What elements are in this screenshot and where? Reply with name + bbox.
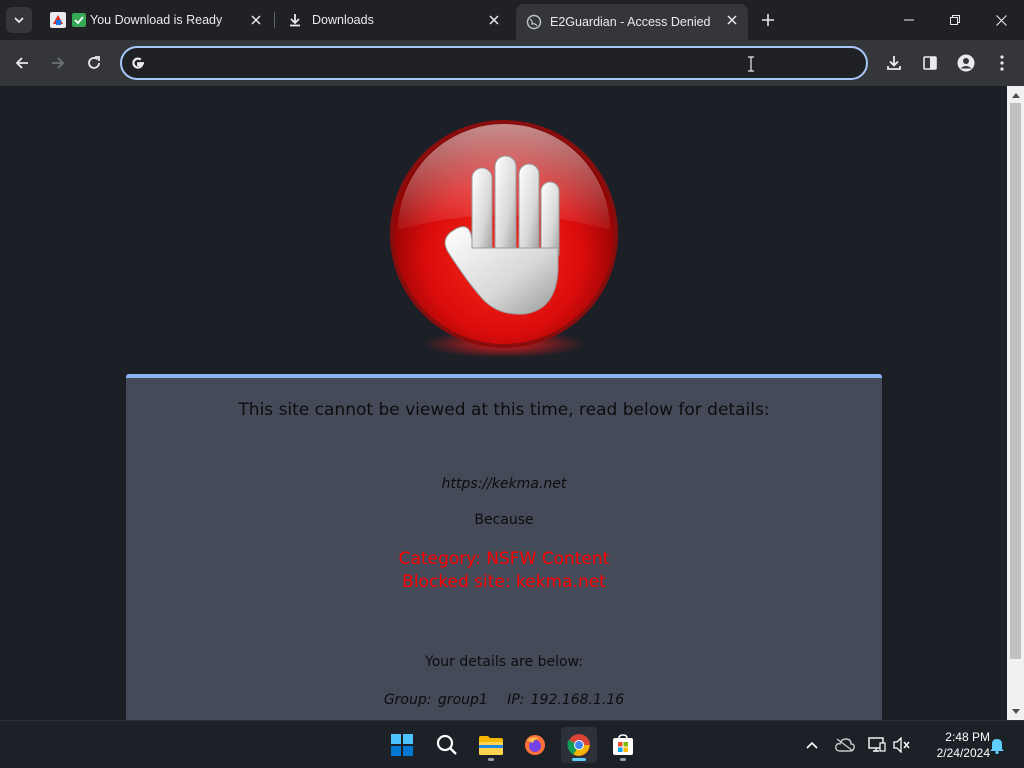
page-title: This site cannot be viewed at this time,… — [238, 400, 770, 420]
chevron-up-icon — [806, 741, 818, 749]
triangle-down-icon — [1011, 708, 1020, 714]
profile-icon — [957, 54, 975, 72]
network-icon — [868, 737, 886, 752]
chrome-button[interactable] — [561, 727, 597, 763]
volume-muted-icon — [893, 737, 910, 753]
menu-button[interactable] — [988, 49, 1016, 77]
google-g-icon — [132, 57, 144, 69]
tab-access-denied[interactable]: E2Guardian - Access Denied — [516, 4, 748, 40]
firefox-button[interactable] — [517, 727, 553, 763]
block-details-panel: This site cannot be viewed at this time,… — [126, 374, 882, 720]
page-viewport: This site cannot be viewed at this time,… — [0, 86, 1007, 720]
scroll-thumb[interactable] — [1010, 103, 1021, 659]
download-icon — [887, 56, 901, 70]
side-panel-button[interactable] — [916, 49, 944, 77]
globe-icon — [526, 14, 542, 30]
close-window-button[interactable] — [978, 0, 1024, 40]
restore-button[interactable] — [932, 0, 978, 40]
scroll-up-arrow[interactable] — [1007, 86, 1024, 103]
arrow-right-icon — [52, 57, 65, 69]
text-cursor-icon — [748, 56, 754, 72]
running-indicator — [620, 758, 626, 761]
back-button[interactable] — [8, 49, 36, 77]
side-panel-icon — [923, 56, 937, 70]
windows-taskbar: 2:48 PM 2/24/2024 — [0, 720, 1024, 768]
file-explorer-button[interactable] — [473, 727, 509, 763]
start-button[interactable] — [384, 727, 420, 763]
tab-separator — [274, 12, 275, 28]
new-tab-button[interactable] — [757, 9, 779, 31]
reason-site: Blocked site: kekma.net — [402, 572, 606, 592]
restore-icon — [950, 15, 960, 25]
tab-title: Downloads — [312, 13, 374, 27]
tab-title: E2Guardian - Access Denied — [550, 15, 711, 29]
tab-title: You Download is Ready — [90, 13, 223, 27]
scroll-down-arrow[interactable] — [1007, 703, 1024, 720]
show-hidden-icons-button[interactable] — [800, 733, 824, 757]
network-tray-button[interactable] — [865, 733, 889, 757]
folder-icon — [479, 736, 503, 755]
reason-category: Category: NSFW Content — [398, 549, 610, 569]
store-icon — [613, 734, 633, 755]
windows-logo-icon — [391, 734, 413, 756]
search-icon — [436, 734, 457, 755]
checkmark-icon — [72, 13, 86, 27]
more-vertical-icon — [1000, 55, 1004, 71]
plus-icon — [762, 14, 774, 26]
notifications-button[interactable] — [985, 733, 1009, 757]
block-reason: Category: NSFW Content Blocked site: kek… — [126, 548, 882, 594]
tab-downloads[interactable]: Downloads — [278, 4, 510, 36]
close-tab-icon[interactable] — [724, 12, 740, 28]
chrome-icon — [567, 734, 590, 756]
stop-hand-icon — [390, 120, 618, 358]
arrow-left-icon — [15, 57, 28, 69]
address-bar[interactable] — [120, 46, 868, 80]
firefox-icon — [525, 735, 545, 755]
clock-time: 2:48 PM — [945, 730, 990, 744]
download-icon — [290, 14, 300, 27]
onedrive-tray-button[interactable] — [833, 733, 857, 757]
reload-icon — [88, 56, 100, 69]
vertical-scrollbar[interactable] — [1007, 86, 1024, 720]
details-heading: Your details are below: — [425, 654, 583, 670]
profile-button[interactable] — [952, 49, 980, 77]
system-clock[interactable]: 2:48 PM 2/24/2024 — [918, 729, 990, 761]
site-favicon-icon — [50, 12, 66, 28]
running-indicator — [488, 758, 494, 761]
chevron-down-icon — [14, 17, 24, 24]
close-tab-icon[interactable] — [486, 12, 502, 28]
clock-date: 2/24/2024 — [936, 746, 990, 760]
blocked-url: https://kekma.net — [441, 476, 567, 492]
tab-search-button[interactable] — [6, 7, 32, 33]
microsoft-store-button[interactable] — [605, 727, 641, 763]
tab-download-ready[interactable]: You Download is Ready — [40, 4, 272, 36]
browser-toolbar — [0, 40, 1024, 86]
bell-icon — [990, 739, 1004, 754]
minimize-button[interactable] — [886, 0, 932, 40]
search-button[interactable] — [429, 727, 465, 763]
active-indicator — [572, 758, 586, 761]
volume-tray-button[interactable] — [890, 733, 914, 757]
reload-button[interactable] — [80, 49, 108, 77]
tab-strip: You Download is Ready Downloads E2Guardi… — [0, 0, 1024, 40]
user-details: Group: group1 IP: 192.168.1.16 — [383, 692, 625, 708]
close-icon — [995, 14, 1007, 26]
minimize-icon — [904, 19, 914, 21]
forward-button[interactable] — [44, 49, 72, 77]
cloud-offline-icon — [835, 738, 855, 752]
triangle-up-icon — [1011, 92, 1020, 98]
because-label: Because — [474, 512, 534, 528]
downloads-button[interactable] — [880, 49, 908, 77]
close-tab-icon[interactable] — [248, 12, 264, 28]
